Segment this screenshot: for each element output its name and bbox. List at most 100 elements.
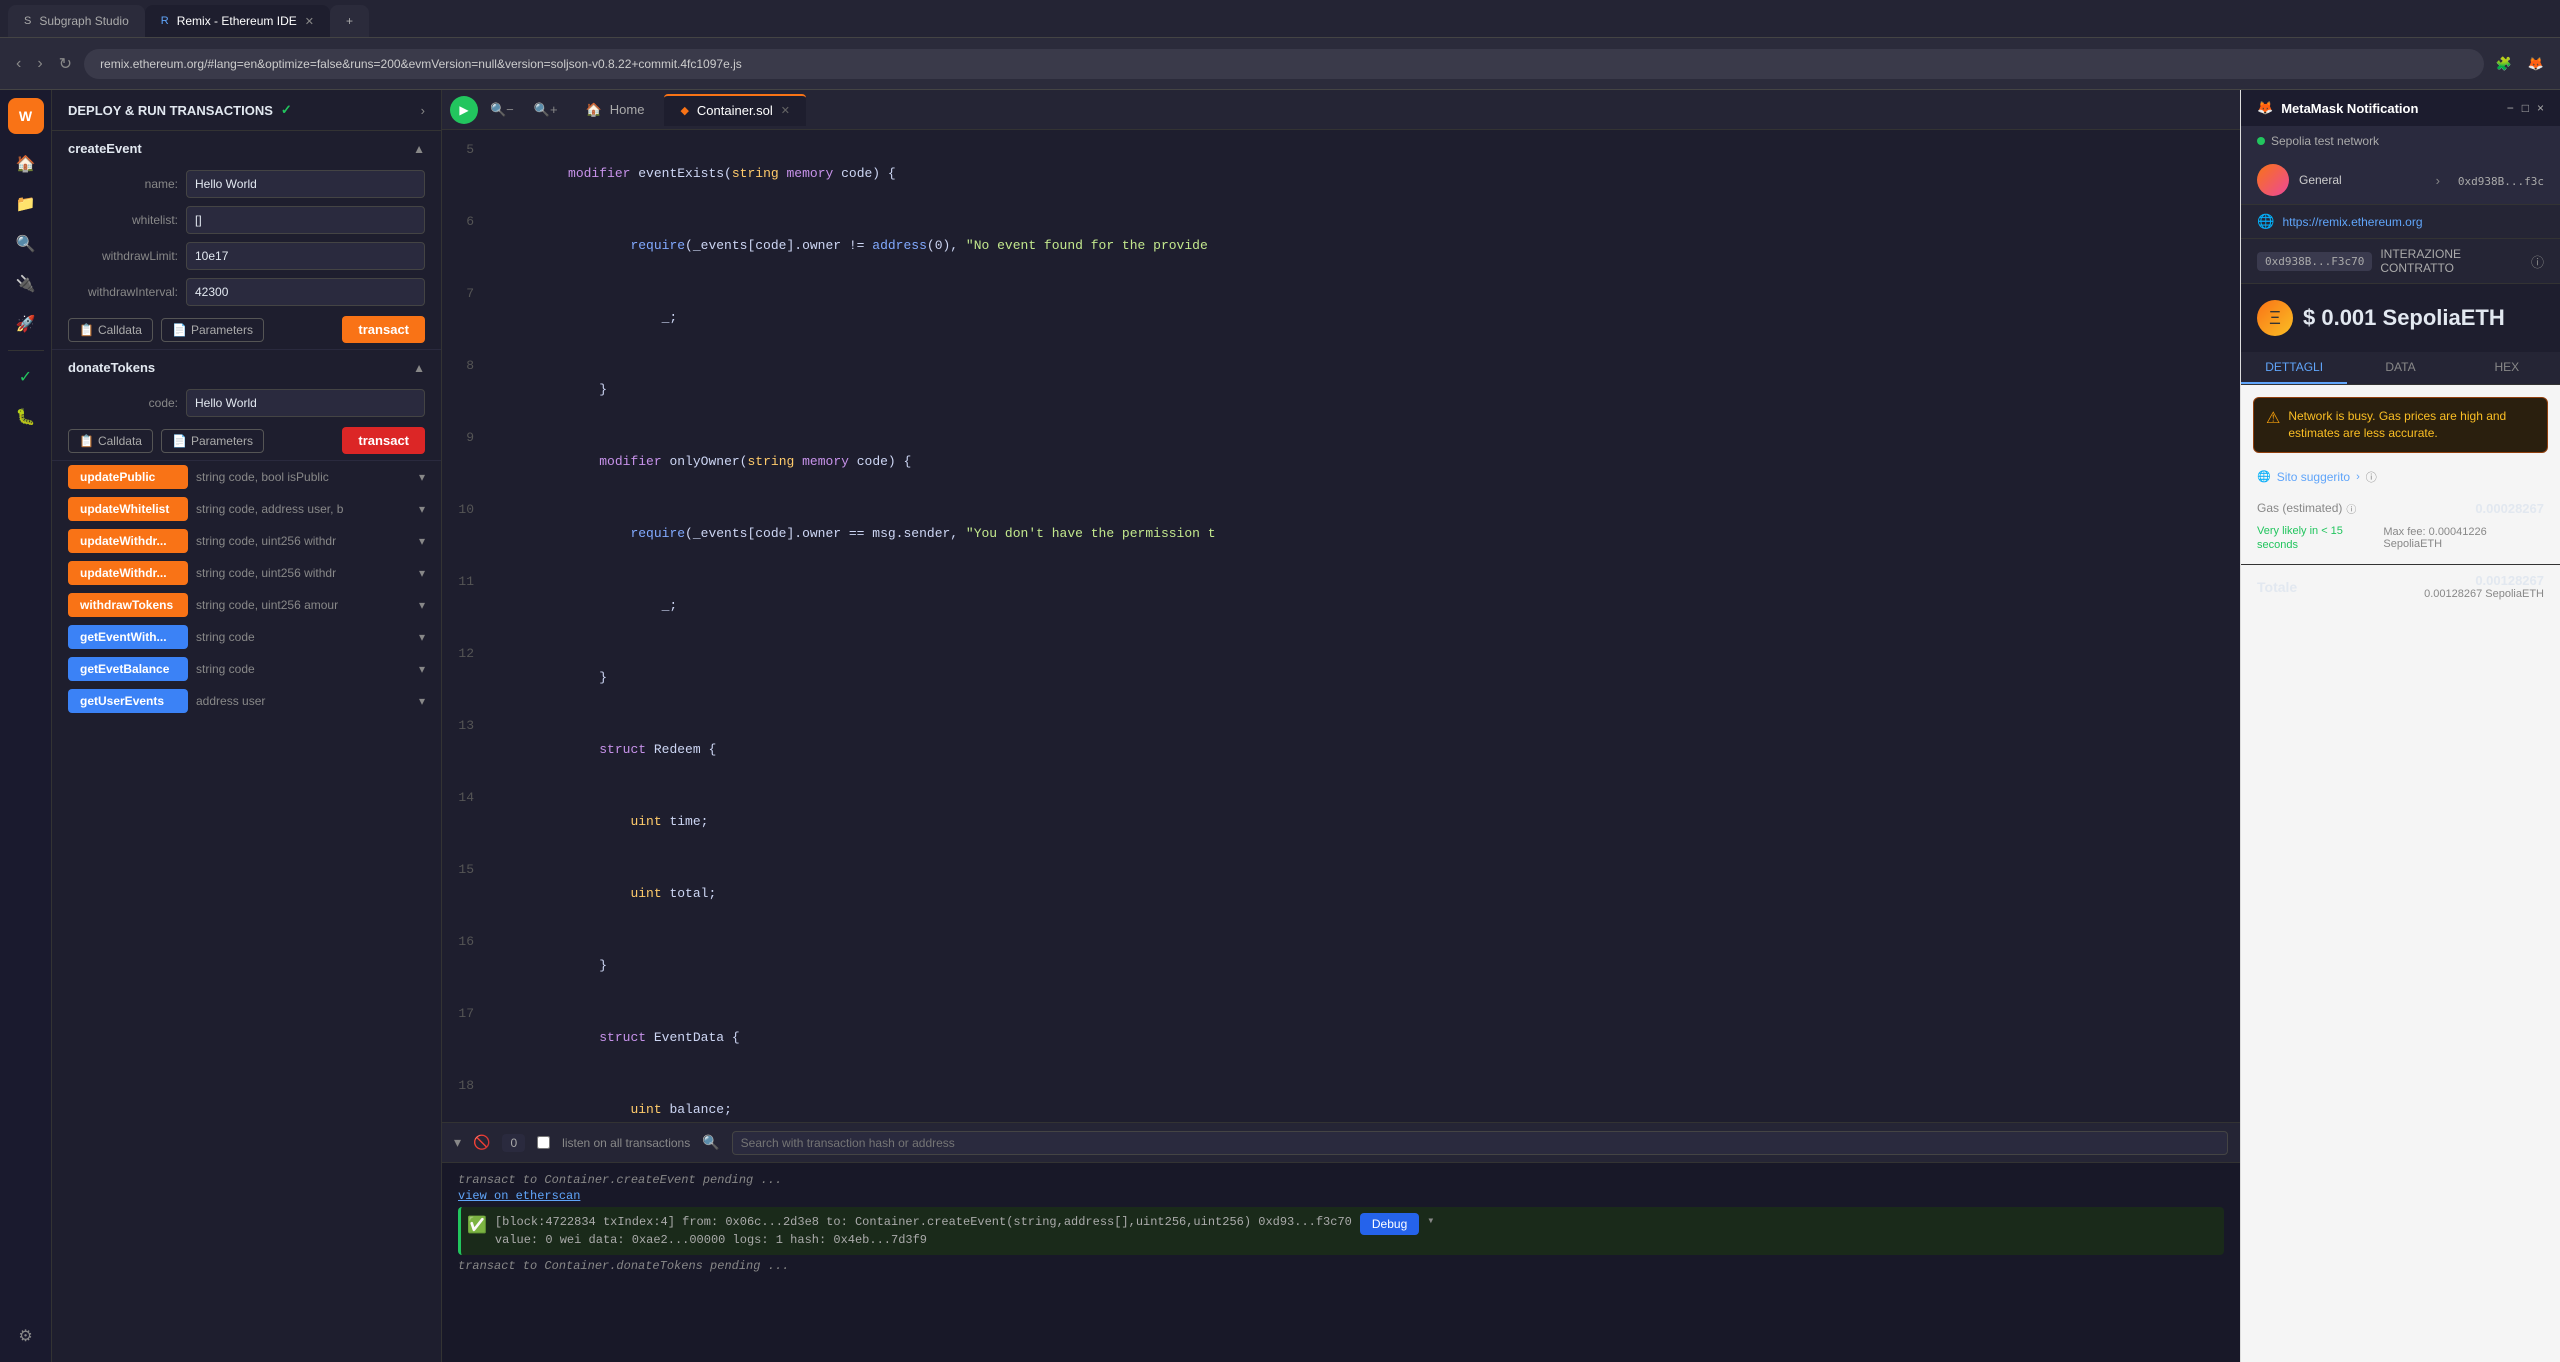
container-sol-close[interactable]: ✕ [781, 104, 790, 117]
transact-button-create[interactable]: transact [342, 316, 425, 343]
func-btn-update-public[interactable]: updatePublic [68, 465, 188, 489]
zoom-out-btn[interactable]: 🔍− [482, 102, 522, 118]
sidebar-item-deploy[interactable]: 🚀 [8, 306, 44, 342]
sidebar-item-search[interactable]: 🔍 [8, 226, 44, 262]
create-event-header[interactable]: createEvent ▲ [52, 131, 441, 166]
mm-contract-info-icon[interactable]: ⓘ [2531, 252, 2544, 271]
reload-button[interactable]: ↻ [55, 50, 76, 78]
extensions-btn[interactable]: 🧩 [2492, 52, 2516, 76]
console-search-input[interactable] [732, 1131, 2228, 1155]
mm-tab-hex[interactable]: HEX [2454, 352, 2560, 384]
param-input-whitelist[interactable] [186, 206, 425, 234]
mm-total-value: 0.00128267 0.00128267 SepoliaETH [2424, 573, 2544, 600]
tab-subgraph[interactable]: S Subgraph Studio [8, 5, 145, 37]
mm-contract-row: 0xd938B...F3c70 INTERAZIONE CONTRATTO ⓘ [2241, 239, 2560, 284]
func-btn-update-withdr1[interactable]: updateWithdr... [68, 529, 188, 553]
parameters-label: Parameters [191, 323, 253, 337]
func-btn-get-user-events[interactable]: getUserEvents [68, 689, 188, 713]
mm-account-addr-badge: 0xd938B...f3c [2458, 173, 2544, 188]
mm-tab-data[interactable]: DATA [2347, 352, 2453, 384]
mm-account-arrow[interactable]: › [2436, 173, 2440, 188]
func-chevron-update-withdr1[interactable]: ▾ [419, 534, 425, 548]
listen-checkbox[interactable] [537, 1136, 550, 1149]
func-btn-update-whitelist[interactable]: updateWhitelist [68, 497, 188, 521]
console-etherscan-link[interactable]: view on etherscan [458, 1189, 2224, 1203]
mm-suggested-arrow[interactable]: › [2356, 471, 2360, 483]
calldata-button-create[interactable]: 📋 Calldata [68, 318, 153, 342]
code-line-17: 17 struct EventData { [442, 1002, 2240, 1074]
func-row-get-evet-balance: getEvetBalance string code ▾ [52, 653, 441, 685]
sidebar-item-files[interactable]: 📁 [8, 186, 44, 222]
transact-button-donate[interactable]: transact [342, 427, 425, 454]
console-search-icon[interactable]: 🔍 [702, 1134, 719, 1151]
mm-gas-row-estimated: Gas (estimated) ⓘ 0.00028267 [2257, 497, 2544, 520]
parameters-button-create[interactable]: 📄 Parameters [161, 318, 264, 342]
parameters-icon-donate: 📄 [172, 434, 187, 448]
metamask-ext-btn[interactable]: 🦊 [2524, 52, 2548, 76]
func-chevron-update-public[interactable]: ▾ [419, 470, 425, 484]
line-num-8: 8 [442, 354, 490, 378]
tab-remix-close[interactable]: ✕ [305, 15, 314, 28]
mm-suggested-text[interactable]: Sito suggerito [2277, 470, 2350, 484]
zoom-in-btn[interactable]: 🔍+ [526, 102, 566, 118]
back-button[interactable]: ‹ [12, 51, 25, 77]
run-button[interactable]: ▶ [450, 96, 478, 124]
parameters-button-donate[interactable]: 📄 Parameters [161, 429, 264, 453]
sidebar-item-plugin[interactable]: 🔌 [8, 266, 44, 302]
func-chevron-get-event-with[interactable]: ▾ [419, 630, 425, 644]
mm-contract-label: INTERAZIONE CONTRATTO [2380, 247, 2515, 275]
sidebar-item-settings[interactable]: ⚙ [8, 1318, 44, 1354]
console-expand-btn[interactable]: ▾ [454, 1134, 461, 1151]
func-btn-get-evet-balance[interactable]: getEvetBalance [68, 657, 188, 681]
debug-button[interactable]: Debug [1360, 1213, 1419, 1235]
func-btn-get-event-with[interactable]: getEventWith... [68, 625, 188, 649]
url-bar[interactable]: remix.ethereum.org/#lang=en&optimize=fal… [84, 49, 2484, 79]
mm-maximize-btn[interactable]: □ [2522, 101, 2529, 115]
console-row-expand[interactable]: ▾ [1427, 1213, 1434, 1228]
code-editor[interactable]: 5 modifier eventExists(string memory cod… [442, 130, 2240, 1122]
calldata-button-donate[interactable]: 📋 Calldata [68, 429, 153, 453]
mm-account-addr-text: 0xd938B...f3c [2458, 175, 2544, 188]
mm-gas-values: 0.00028267 [2475, 501, 2544, 516]
func-btn-update-withdr2[interactable]: updateWithdr... [68, 561, 188, 585]
tab-container-sol[interactable]: ◆ Container.sol ✕ [664, 94, 806, 126]
mm-gas-info-icon[interactable]: ⓘ [2346, 501, 2356, 516]
tab-new[interactable]: + [330, 5, 369, 37]
donate-tokens-collapse[interactable]: ▲ [413, 361, 425, 375]
param-input-code[interactable] [186, 389, 425, 417]
mm-minimize-btn[interactable]: − [2507, 101, 2514, 115]
mm-total-eth-value: 0.00128267 [2424, 573, 2544, 588]
tab-home[interactable]: 🏠 Home [570, 94, 661, 126]
sidebar-item-home[interactable]: 🏠 [8, 146, 44, 182]
metamask-panel: 🦊 MetaMask Notification − □ × Sepolia te… [2240, 90, 2560, 1362]
func-btn-withdraw-tokens[interactable]: withdrawTokens [68, 593, 188, 617]
func-params-update-whitelist: string code, address user, b [196, 502, 411, 516]
tab-remix[interactable]: R Remix - Ethereum IDE ✕ [145, 5, 330, 37]
sidebar-item-verify[interactable]: ✓ [8, 359, 44, 395]
func-chevron-update-whitelist[interactable]: ▾ [419, 502, 425, 516]
line-num-12: 12 [442, 642, 490, 666]
sidebar-item-debug[interactable]: 🐛 [8, 399, 44, 435]
func-chevron-get-evet-balance[interactable]: ▾ [419, 662, 425, 676]
etherscan-link[interactable]: view on etherscan [458, 1189, 580, 1203]
param-input-withdraw-interval[interactable] [186, 278, 425, 306]
create-event-collapse[interactable]: ▲ [413, 142, 425, 156]
func-chevron-update-withdr2[interactable]: ▾ [419, 566, 425, 580]
app-logo: W [8, 98, 44, 134]
mm-tab-dettagli[interactable]: DETTAGLI [2241, 352, 2347, 384]
mm-suggested-info-icon[interactable]: ⓘ [2366, 469, 2377, 485]
param-input-name[interactable] [186, 170, 425, 198]
donate-tokens-header[interactable]: donateTokens ▲ [52, 350, 441, 385]
mm-suggested-globe-icon: 🌐 [2257, 470, 2271, 483]
forward-button[interactable]: › [33, 51, 46, 77]
mm-network-label: Sepolia test network [2271, 134, 2379, 148]
mm-close-btn[interactable]: × [2537, 101, 2544, 115]
func-chevron-get-user-events[interactable]: ▾ [419, 694, 425, 708]
param-input-withdraw-limit[interactable] [186, 242, 425, 270]
func-row-withdraw-tokens: withdrawTokens string code, uint256 amou… [52, 589, 441, 621]
func-chevron-withdraw-tokens[interactable]: ▾ [419, 598, 425, 612]
tab-subgraph-label: Subgraph Studio [39, 14, 128, 28]
mm-title-text: MetaMask Notification [2281, 101, 2418, 116]
console-clear-btn[interactable]: 🚫 [473, 1134, 490, 1151]
deploy-check-icon: ✓ [281, 102, 292, 118]
